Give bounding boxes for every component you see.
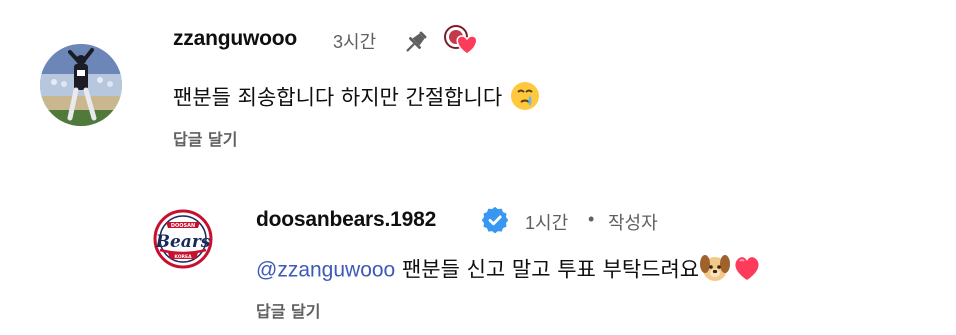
reply-body: 팬분들 신고 말고 투표 부탁드려요 (401, 257, 700, 282)
heart-emoji (731, 252, 763, 289)
mention-link[interactable]: @zzanguwooo (256, 259, 395, 282)
avatar[interactable] (40, 44, 122, 126)
crying-face-emoji (509, 80, 541, 117)
comment-timestamp[interactable]: 3시간 (333, 28, 376, 54)
avatar[interactable]: DOOSAN Bears KOREA (150, 206, 216, 272)
logo-top-text: DOOSAN (171, 223, 195, 229)
logo-bottom-text: KOREA (174, 254, 192, 260)
reply-button[interactable]: 답글 달기 (173, 126, 237, 150)
reply-author[interactable]: doosanbears.1982 (256, 208, 436, 232)
reply-timestamp[interactable]: 1시간 (525, 209, 568, 235)
dog-face-emoji (699, 252, 731, 289)
reply-text: @zzanguwooo 팬분들 신고 말고 투표 부탁드려요 (256, 252, 763, 289)
pin-icon (398, 26, 432, 60)
verified-badge-icon (480, 205, 510, 235)
comment-author[interactable]: zzanguwooo (173, 27, 297, 51)
logo-main-text: Bears (155, 232, 211, 252)
comment-text: 팬분들 죄송합니다 하지만 간절합니다 (173, 80, 541, 117)
comment-body: 팬분들 죄송합니다 하지만 간절합니다 (173, 85, 503, 110)
creator-heart-icon (443, 22, 483, 56)
meta-separator: • (588, 209, 595, 229)
reply-button[interactable]: 답글 달기 (256, 298, 320, 322)
author-badge: 작성자 (608, 213, 658, 233)
